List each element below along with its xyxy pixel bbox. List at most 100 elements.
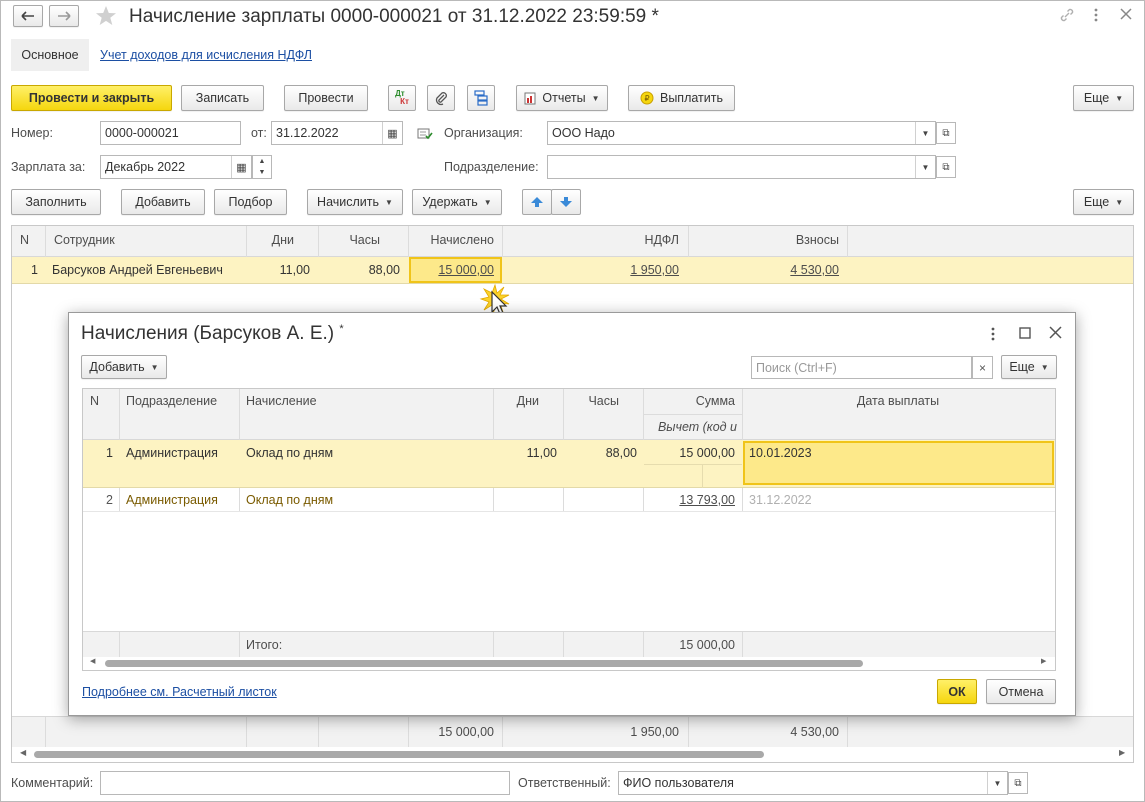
col-employee-header[interactable]: Сотрудник [54, 233, 115, 247]
period-stepper[interactable]: ▲ ▼ [252, 155, 272, 179]
responsible-value: ФИО пользователя [623, 776, 734, 790]
more-button[interactable]: Еще ▼ [1073, 85, 1134, 111]
table-row[interactable]: 1 Барсуков Андрей Евгеньевич 11,00 88,00… [12, 257, 1133, 284]
dialog-add-button[interactable]: Добавить ▼ [81, 355, 167, 379]
number-field[interactable]: 0000-000021 [100, 121, 241, 145]
col-ndfl-header[interactable]: НДФЛ [506, 233, 679, 247]
col-contrib-header[interactable]: Взносы [692, 233, 839, 247]
chevron-left-icon[interactable]: ◀ [20, 748, 26, 757]
division-field[interactable]: ▼ [547, 155, 936, 179]
chevron-left-icon[interactable]: ◀ [90, 657, 95, 665]
accrue-button[interactable]: Начислить ▼ [307, 189, 403, 215]
withhold-button[interactable]: Удержать ▼ [412, 189, 502, 215]
chevron-down-icon[interactable]: ▼ [259, 169, 266, 176]
organization-field[interactable]: ООО Надо ▼ [547, 121, 936, 145]
chevron-right-icon[interactable]: ▶ [1119, 748, 1125, 757]
favorite-star-icon[interactable] [95, 5, 119, 27]
tab-ndfl-income[interactable]: Учет доходов для исчисления НДФЛ [100, 48, 312, 62]
dialog-table-row[interactable]: 1 Администрация Оклад по дням 11,00 88,0… [83, 440, 1055, 488]
attach-button[interactable] [427, 85, 455, 111]
pay-button[interactable]: ₽ Выплатить [628, 85, 735, 111]
accrued-cell[interactable]: 15 000,00 [409, 257, 502, 283]
organization-value: ООО Надо [552, 126, 615, 140]
dialog-more-button[interactable]: Еще ▼ [1001, 355, 1057, 379]
dialog-more-menu-icon[interactable] [990, 326, 996, 345]
contrib-link[interactable]: 4 530,00 [692, 263, 839, 277]
col-accrual-header[interactable]: Начисление [246, 394, 317, 408]
move-down-button[interactable] [551, 189, 581, 215]
salary-period-field[interactable]: Декабрь 2022 ▦ [100, 155, 252, 179]
dialog-add-label: Добавить [89, 360, 145, 374]
date-field[interactable]: 31.12.2022 ▦ [271, 121, 403, 145]
chevron-down-icon[interactable]: ▼ [915, 122, 935, 144]
scrollbar-thumb[interactable] [34, 751, 764, 758]
back-button[interactable] [13, 5, 43, 27]
col-hours-header[interactable]: Часы [567, 394, 619, 408]
col-hours-header[interactable]: Часы [322, 233, 380, 247]
col-deduction-header[interactable]: Вычет (код и [647, 420, 737, 434]
link-icon[interactable] [1059, 7, 1075, 26]
total-ndfl: 1 950,00 [630, 725, 679, 739]
dialog-close-icon[interactable] [1049, 326, 1062, 342]
chevron-down-icon: ▼ [591, 93, 600, 103]
table-more-button[interactable]: Еще ▼ [1073, 189, 1134, 215]
dialog-search-input[interactable]: Поиск (Ctrl+F) [751, 356, 972, 379]
chevron-down-icon[interactable]: ▼ [915, 156, 935, 178]
col-n-header[interactable]: N [20, 233, 29, 247]
select-button[interactable]: Подбор [214, 189, 287, 215]
add-row-button[interactable]: Добавить [121, 189, 205, 215]
accrue-label: Начислить [317, 195, 380, 209]
open-responsible-icon[interactable]: ⧉ [1008, 772, 1028, 794]
chevron-down-icon[interactable]: ▼ [987, 772, 1007, 794]
days-cell: 11,00 [526, 446, 557, 460]
scrollbar-thumb[interactable] [105, 660, 863, 667]
col-division-header[interactable]: Подразделение [126, 394, 217, 408]
more-menu-icon[interactable] [1093, 7, 1101, 23]
col-pay-date-header[interactable]: Дата выплаты [743, 394, 1053, 408]
post-button[interactable]: Провести [284, 85, 368, 111]
main-table-footer: 15 000,00 1 950,00 4 530,00 [12, 716, 1133, 748]
col-n-header[interactable]: N [90, 394, 99, 408]
comment-field[interactable] [100, 771, 510, 795]
save-button[interactable]: Записать [181, 85, 264, 111]
chevron-up-icon[interactable]: ▲ [259, 158, 266, 165]
document-check-icon[interactable] [417, 127, 433, 144]
close-icon[interactable] [1119, 7, 1133, 24]
cancel-button[interactable]: Отмена [986, 679, 1056, 704]
calendar-icon[interactable]: ▦ [231, 156, 251, 178]
col-days-header[interactable]: Дни [248, 233, 294, 247]
dialog-table-row[interactable]: 2 Администрация Оклад по дням 13 793,00 … [83, 488, 1055, 512]
accruals-dialog: Начисления (Барсуков А. Е.) * Добавить ▼… [68, 312, 1076, 716]
ndfl-link[interactable]: 1 950,00 [506, 263, 679, 277]
search-clear-button[interactable]: × [972, 356, 993, 379]
col-accrued-header[interactable]: Начислено [412, 233, 494, 247]
ok-button[interactable]: ОК [937, 679, 977, 704]
maximize-icon[interactable] [1019, 327, 1031, 342]
reports-button[interactable]: Отчеты ▼ [516, 85, 608, 111]
chevron-right-icon[interactable]: ▶ [1041, 657, 1046, 665]
main-horizontal-scrollbar[interactable]: ◀ ▶ [12, 747, 1133, 762]
hierarchy-icon [474, 90, 488, 106]
total-accrued: 15 000,00 [438, 725, 494, 739]
tab-main[interactable]: Основное [11, 39, 89, 71]
responsible-field[interactable]: ФИО пользователя ▼ [618, 771, 1008, 795]
dialog-more-label: Еще [1009, 360, 1035, 374]
calendar-icon[interactable]: ▦ [382, 122, 402, 144]
accrued-link[interactable]: 15 000,00 [438, 263, 494, 277]
open-organization-icon[interactable]: ⧉ [936, 122, 956, 144]
post-and-close-button[interactable]: Провести и закрыть [11, 85, 172, 111]
fill-button[interactable]: Заполнить [11, 189, 101, 215]
structure-button[interactable] [467, 85, 495, 111]
sum-link[interactable]: 13 793,00 [647, 493, 735, 507]
dt-kt-icon: Дт Кт [395, 89, 409, 106]
dialog-horizontal-scrollbar[interactable]: ◀ ▶ [83, 657, 1055, 670]
forward-button[interactable] [49, 5, 79, 27]
dt-kt-button[interactable]: Дт Кт [388, 85, 416, 111]
col-sum-header[interactable]: Сумма [647, 394, 735, 408]
pay-date-cell[interactable]: 10.01.2023 [743, 441, 1054, 485]
col-days-header[interactable]: Дни [497, 394, 539, 408]
payslip-details-link[interactable]: Подробнее см. Расчетный листок [82, 685, 277, 699]
open-division-icon[interactable]: ⧉ [936, 156, 956, 178]
chevron-down-icon: ▼ [1115, 197, 1124, 207]
move-up-button[interactable] [522, 189, 552, 215]
